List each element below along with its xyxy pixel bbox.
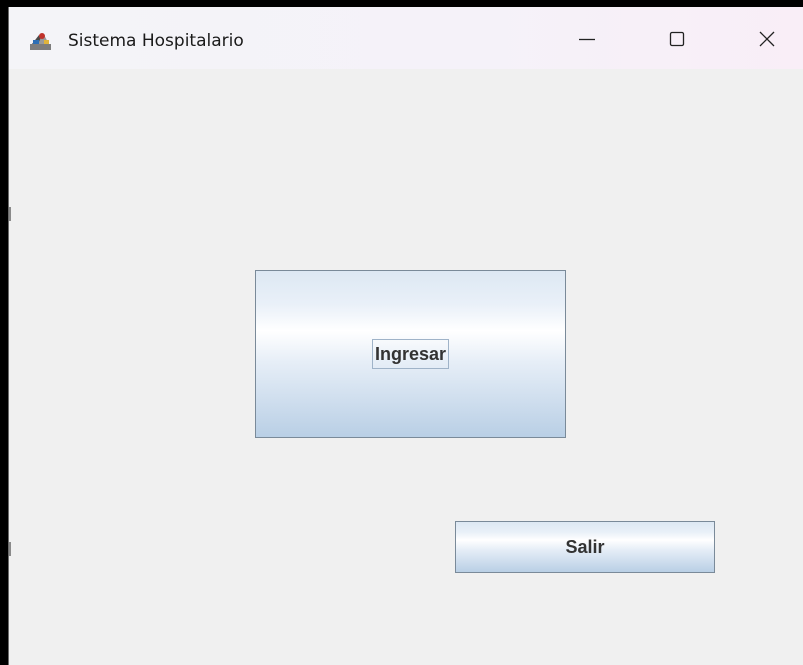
ingresar-button-label: Ingresar — [371, 339, 450, 369]
close-icon — [759, 31, 775, 47]
app-window: Sistema Hospitalario Ingresar Salir — [8, 7, 803, 665]
window-title: Sistema Hospitalario — [68, 31, 244, 51]
maximize-icon — [669, 31, 685, 47]
ingresar-button[interactable]: Ingresar — [255, 270, 566, 438]
title-bar[interactable]: Sistema Hospitalario — [9, 7, 803, 69]
java-app-icon — [30, 33, 51, 50]
salir-button-label: Salir — [565, 537, 605, 557]
salir-button[interactable]: Salir — [455, 521, 715, 573]
minimize-icon — [579, 38, 595, 41]
window-edge-mark — [9, 542, 11, 556]
minimize-button[interactable] — [562, 19, 612, 59]
maximize-button[interactable] — [652, 19, 702, 59]
close-button[interactable] — [742, 19, 792, 59]
window-edge-mark — [9, 207, 11, 221]
content-pane: Ingresar Salir — [9, 69, 803, 665]
